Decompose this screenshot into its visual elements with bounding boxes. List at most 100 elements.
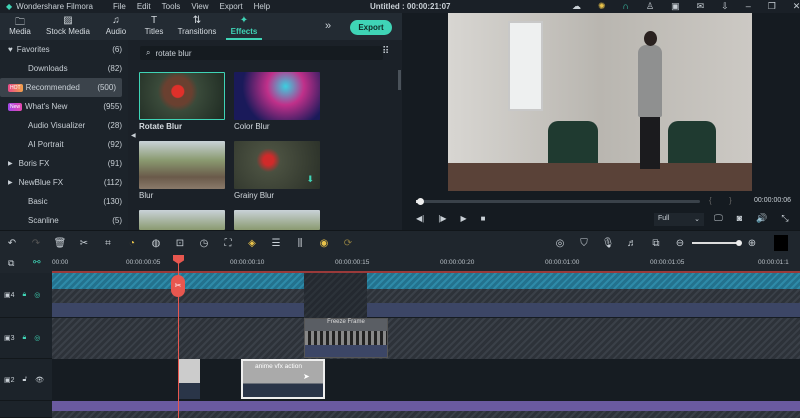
snap-icon[interactable]: ⧉ — [644, 238, 668, 249]
menu-export[interactable]: Export — [220, 2, 243, 11]
cloud-icon[interactable]: ☁ — [572, 1, 581, 12]
display-icon[interactable]: 🖵 — [714, 213, 723, 224]
snapshot-icon[interactable]: ◙ — [737, 213, 742, 224]
freeze-frame-clip[interactable]: Freeze Frame — [304, 318, 388, 358]
volume-icon[interactable]: 🔊 — [756, 213, 767, 224]
audio-mixer-icon[interactable]: ⫼ — [288, 238, 312, 249]
stop-icon[interactable]: ■ — [481, 214, 486, 223]
voiceover-list-icon[interactable]: ♬ — [620, 238, 644, 249]
download-icon[interactable]: ⇩ — [721, 1, 729, 12]
green-screen-icon[interactable]: ⊡ — [168, 238, 192, 249]
video-clip[interactable] — [367, 273, 800, 289]
link-icon[interactable]: ⚯ — [33, 257, 41, 268]
save-icon[interactable]: ▣ — [671, 1, 680, 12]
sidebar-item[interactable]: ♥ Favorites (6) — [0, 40, 128, 59]
bulb-icon[interactable]: ✺ — [598, 1, 606, 12]
keyframe-icon[interactable]: ◈ — [240, 238, 264, 249]
tab-stock-media[interactable]: ▨ Stock Media — [40, 13, 96, 40]
fullscreen-icon[interactable]: ⤡ — [781, 213, 788, 224]
zoom-in-icon[interactable]: ⊕ — [740, 238, 764, 249]
headset-icon[interactable]: ∩ — [623, 1, 629, 12]
next-frame-icon[interactable]: |▶ — [438, 214, 446, 223]
adjust-icon[interactable]: ☰ — [264, 238, 288, 249]
audio-clip[interactable] — [52, 401, 800, 411]
sidebar-item[interactable]: New What's New (955) — [0, 97, 128, 116]
fit-icon[interactable]: ⛶ — [216, 238, 240, 249]
sidebar-item[interactable]: ▶ NewBlue FX (112) — [0, 173, 128, 192]
auto-reframe-icon[interactable]: ⟳ — [336, 238, 360, 249]
sidebar-item[interactable]: HOT Recommended (500) — [0, 78, 122, 97]
cut-icon[interactable]: ✂ — [72, 238, 96, 249]
effect-thumb-rotate-blur[interactable] — [139, 72, 225, 120]
delete-icon[interactable]: 🗑 — [48, 238, 72, 249]
quality-select[interactable]: Full ⌄ — [654, 213, 704, 226]
lock-icon[interactable]: 🔒︎ — [23, 291, 27, 299]
scissors-icon[interactable]: ✂ — [171, 275, 185, 297]
restore-icon[interactable]: ❐ — [768, 1, 776, 12]
lock-icon[interactable]: 🔒︎ — [23, 334, 27, 342]
user-icon[interactable]: ♙ — [646, 1, 654, 12]
mark-out-icon[interactable]: } — [729, 196, 732, 205]
color-icon[interactable]: ◍ — [144, 238, 168, 249]
mail-icon[interactable]: ✉ — [697, 1, 705, 12]
menu-view[interactable]: View — [191, 2, 208, 11]
play-icon[interactable]: ▶ — [460, 214, 466, 223]
sidebar-item[interactable]: AI Portrait (92) — [0, 135, 128, 154]
menu-help[interactable]: Help — [254, 2, 270, 11]
menu-edit[interactable]: Edit — [137, 2, 151, 11]
tab-audio[interactable]: ♫ Audio — [96, 13, 136, 40]
tab-titles[interactable]: T Titles — [136, 13, 172, 40]
eye-icon[interactable]: 👁 — [35, 376, 44, 384]
zoom-out-icon[interactable]: ⊖ — [668, 238, 692, 249]
search-input[interactable]: ⌕ rotate blur — [140, 46, 383, 60]
sidebar-item[interactable]: Downloads (82) — [0, 59, 128, 78]
effect-thumb[interactable] — [234, 210, 320, 230]
playback-progress-bar[interactable] — [416, 198, 700, 205]
export-button[interactable]: Export — [350, 20, 392, 35]
tab-transitions[interactable]: ⇅ Transitions — [172, 13, 222, 40]
ai-icon[interactable]: ◉ — [312, 238, 336, 249]
grid-view-icon[interactable]: ⠿ — [382, 46, 389, 57]
tab-effects[interactable]: ✦ Effects — [226, 13, 262, 40]
unlock-icon[interactable]: 🔓︎ — [23, 376, 28, 384]
zoom-slider[interactable] — [692, 240, 742, 246]
anime-vfx-action-clip[interactable]: anime vfx action ➤ — [241, 359, 325, 399]
speed-icon[interactable]: ◔ — [120, 238, 144, 249]
undo-icon[interactable]: ↶ — [0, 238, 24, 249]
sidebar-item[interactable]: Scanline (5) — [0, 211, 128, 230]
zoom-handle[interactable] — [736, 240, 742, 246]
marker-icon[interactable]: ⛉ — [572, 238, 596, 249]
duration-icon[interactable]: ◷ — [192, 238, 216, 249]
close-icon[interactable]: ✕ — [793, 1, 800, 12]
more-tabs-icon[interactable]: » — [325, 20, 331, 32]
panel-scrollbar[interactable] — [398, 70, 401, 90]
microphone-icon[interactable]: 🎙 — [596, 238, 620, 249]
crop-icon[interactable]: ⌗ — [96, 238, 120, 249]
download-icon[interactable]: ⬇ — [306, 174, 314, 185]
add-track-icon[interactable]: ⧉ — [8, 258, 14, 269]
expand-arrow-icon[interactable]: ▶ — [8, 160, 13, 167]
timeline-ruler[interactable]: ⧉ ⚯ 00:00 00:00:00:05 00:00:00:10 00:00:00:… — [0, 255, 800, 273]
sidebar-item[interactable]: ▶ Boris FX (91) — [0, 154, 128, 173]
scrubber-handle[interactable] — [417, 198, 424, 205]
hide-icon[interactable]: ◎ — [34, 334, 40, 342]
tab-media[interactable]: 🗀 Media — [0, 13, 40, 40]
collapse-sidebar-icon[interactable]: ◀ — [131, 132, 136, 139]
effect-thumb[interactable] — [139, 210, 225, 230]
expand-arrow-icon[interactable]: ▶ — [8, 179, 13, 186]
effect-thumb-color-blur[interactable] — [234, 72, 320, 120]
video-clip[interactable] — [178, 359, 200, 399]
hide-icon[interactable]: ◎ — [34, 291, 40, 299]
sidebar-item[interactable]: Audio Visualizer (28) — [0, 116, 128, 135]
playhead[interactable]: ✂ — [171, 255, 185, 418]
redo-icon[interactable]: ↷ — [24, 238, 48, 249]
effect-thumb-grainy-blur[interactable]: ⬇ — [234, 141, 320, 189]
prev-frame-icon[interactable]: ◀| — [416, 214, 424, 223]
effect-thumb-blur[interactable] — [139, 141, 225, 189]
menu-tools[interactable]: Tools — [162, 2, 181, 11]
sidebar-item[interactable]: Basic (130) — [0, 192, 128, 211]
menu-file[interactable]: File — [113, 2, 126, 11]
mark-in-icon[interactable]: { — [709, 196, 712, 205]
render-icon[interactable]: ◎ — [548, 238, 572, 249]
minimize-icon[interactable]: – — [746, 1, 751, 12]
